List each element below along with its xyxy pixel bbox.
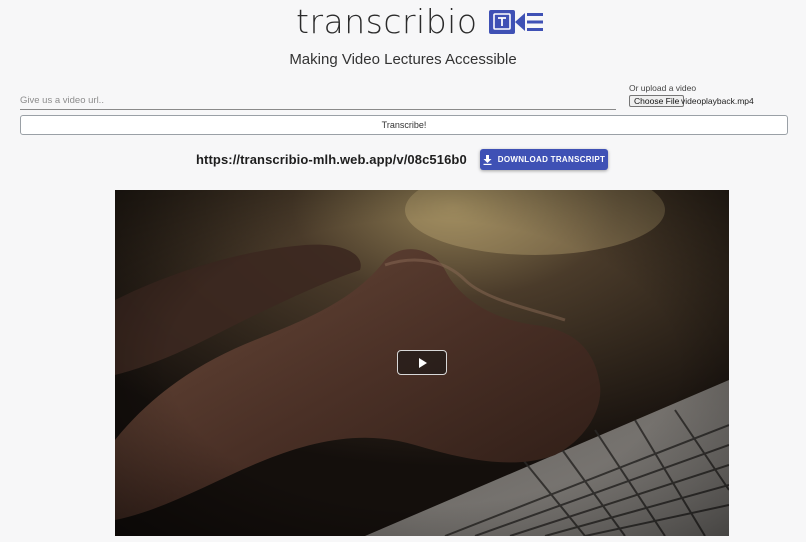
- play-icon: [419, 357, 427, 368]
- video-camera-text-icon: [488, 9, 544, 35]
- download-label: DOWNLOAD TRANSCRIPT: [497, 155, 606, 164]
- share-link: https://transcribio-mlh.web.app/v/08c516…: [196, 152, 467, 167]
- play-button[interactable]: [397, 350, 447, 375]
- app-logo: transcribio: [296, 2, 544, 42]
- download-transcript-button[interactable]: DOWNLOAD TRANSCRIPT: [480, 149, 608, 170]
- choose-file-button[interactable]: Choose File: [629, 95, 685, 107]
- upload-label: Or upload a video: [629, 83, 697, 93]
- tagline: Making Video Lectures Accessible: [289, 51, 517, 68]
- selected-file-name: videoplayback.mp4: [681, 96, 754, 106]
- transcribe-button[interactable]: Transcribe!: [20, 115, 788, 135]
- logo-text: transcribio: [296, 2, 478, 41]
- download-icon: [483, 154, 492, 165]
- video-player[interactable]: [115, 190, 729, 536]
- video-url-input[interactable]: [20, 92, 616, 110]
